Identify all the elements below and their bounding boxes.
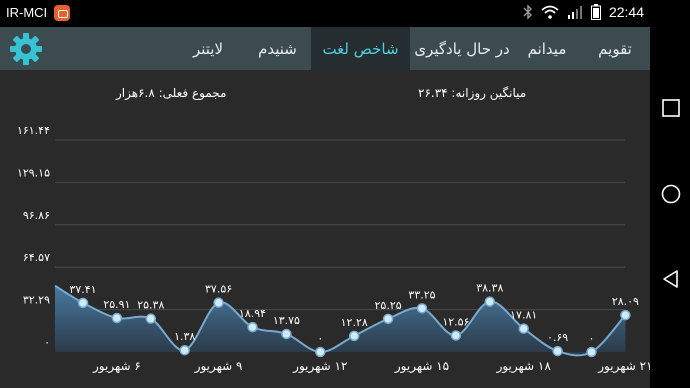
tab-4[interactable]: شنیدم <box>244 27 311 70</box>
data-point[interactable] <box>315 346 326 358</box>
tab-bar: تقویم میدانم در حال یادگیری شاخص لغت شنیدم لا… <box>172 27 650 70</box>
back-button[interactable] <box>660 268 682 290</box>
x-tick-label: ۱۲ شهریور <box>292 359 347 374</box>
y-tick-label: ۱۲۹.۱۵ <box>17 166 50 179</box>
y-tick-label: ۳۲.۲۹ <box>23 294 50 307</box>
data-label: ۳۸.۳۸ <box>476 282 503 295</box>
data-label: ۰ <box>317 332 323 345</box>
data-label: ۱۲.۲۸ <box>341 316 368 329</box>
data-label: ۲۵.۹۱ <box>103 298 130 311</box>
status-bar: IR-MCI 22:44 <box>0 0 650 27</box>
tab-1[interactable]: میدانم <box>514 27 580 70</box>
data-label: ۱.۳۸ <box>174 330 195 343</box>
data-label: ۱۷.۸۱ <box>510 309 537 322</box>
data-label: ۱۸.۹۴ <box>239 307 266 320</box>
tab-3[interactable]: شاخص لغت <box>311 27 410 70</box>
data-label: ۰.۶۹ <box>547 331 568 344</box>
clock: 22:44 <box>608 4 644 20</box>
data-point[interactable] <box>179 344 190 356</box>
data-label: ۱۲.۵۶ <box>442 316 469 329</box>
navigation-bar <box>650 0 690 388</box>
data-label: ۲۸.۰۹ <box>612 295 639 308</box>
data-label: ۱۳.۷۵ <box>273 314 300 327</box>
data-point[interactable] <box>348 330 360 342</box>
recent-apps-button[interactable] <box>660 97 682 119</box>
data-point[interactable] <box>620 309 631 321</box>
data-point[interactable] <box>552 345 563 357</box>
data-point[interactable] <box>382 313 394 325</box>
battery-icon <box>590 4 601 20</box>
y-tick-label: ۱۶۱.۴۴ <box>17 124 50 137</box>
data-point[interactable] <box>111 312 123 324</box>
y-tick-label: ۹۶.۸۶ <box>23 209 50 222</box>
data-point[interactable] <box>450 330 462 341</box>
carrier-name: IR-MCI <box>6 5 48 20</box>
data-point[interactable] <box>213 297 224 308</box>
data-point[interactable] <box>484 296 496 307</box>
tab-0[interactable]: تقویم <box>580 27 650 70</box>
data-label: ۳۷.۵۶ <box>205 283 232 296</box>
data-label: ۰ <box>589 332 595 345</box>
data-point[interactable] <box>586 346 597 358</box>
data-label: ۳۳.۲۵ <box>408 288 435 301</box>
data-point[interactable] <box>145 313 157 324</box>
status-icons: 22:44 <box>523 4 644 20</box>
app-bar: تقویم میدانم در حال یادگیری شاخص لغت شنیدم لا… <box>0 27 650 70</box>
gear-icon[interactable] <box>9 32 43 66</box>
x-tick-label: ۶ شهریور <box>92 359 141 374</box>
x-tick-label: ۱۵ شهریور <box>394 359 449 374</box>
tab-2[interactable]: در حال یادگیری <box>410 27 514 70</box>
home-button[interactable] <box>660 183 682 205</box>
data-point[interactable] <box>518 323 529 334</box>
word-index-chart: ۱۶۱.۴۴ ۱۲۹.۱۵ ۹۶.۸۶ ۶۴.۵۷ ۳۲.۲۹ ۰ ۳۷.۴۱ ۲۵.۹۱ ۲… <box>17 124 650 374</box>
x-tick-label: ۲۱ شهریور <box>597 359 650 374</box>
x-tick-label: ۹ شهریور <box>194 359 243 374</box>
data-point[interactable] <box>77 297 89 309</box>
bluetooth-icon <box>523 4 532 20</box>
data-point[interactable] <box>281 328 292 340</box>
y-tick-label: ۰ <box>44 336 50 349</box>
x-tick-label: ۱۸ شهریور <box>496 359 552 374</box>
data-point[interactable] <box>247 321 258 333</box>
data-label: ۳۷.۴۱ <box>69 283 96 296</box>
data-point[interactable] <box>416 303 428 314</box>
wifi-icon <box>541 5 559 19</box>
signal-icon <box>567 6 582 19</box>
notification-icon <box>54 5 70 21</box>
y-tick-label: ۶۴.۵۷ <box>23 251 50 264</box>
data-label: ۲۵.۳۸ <box>137 299 164 312</box>
data-label: ۲۵.۲۵ <box>375 299 402 312</box>
tab-5[interactable]: لایتنر <box>172 27 244 70</box>
